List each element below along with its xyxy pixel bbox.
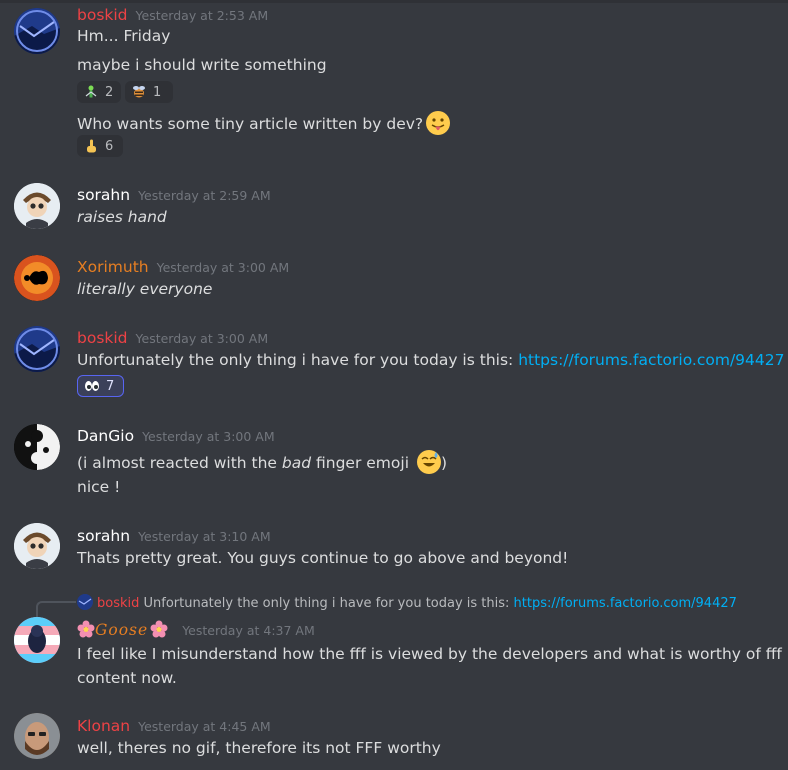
message-text: Thats pretty great. You guys continue to…: [77, 549, 569, 567]
reaction-button[interactable]: 1: [125, 81, 173, 103]
timestamp: Yesterday at 4:45 AM: [138, 719, 271, 734]
timestamp: Yesterday at 3:00 AM: [156, 260, 290, 275]
reaction-button[interactable]: 7: [77, 375, 124, 397]
tongue-out-emoji-icon: [426, 111, 451, 135]
username[interactable]: Klonan: [77, 717, 130, 735]
avatar[interactable]: [14, 713, 60, 759]
eyes-icon: [84, 378, 100, 394]
avatar[interactable]: [14, 523, 60, 569]
message-text-part: Unfortunately the only thing i have for …: [77, 351, 519, 369]
username[interactable]: Xorimuth: [77, 258, 149, 276]
sweat-smile-emoji-icon: [416, 450, 441, 474]
message-text-part: ): [440, 454, 447, 472]
avatar[interactable]: [14, 617, 60, 663]
point-up-icon: [83, 138, 99, 154]
avatar[interactable]: [14, 326, 60, 372]
reaction-button[interactable]: 6: [77, 135, 123, 157]
timestamp: Yesterday at 3:00 AM: [135, 331, 269, 346]
message-text: content now.: [77, 669, 177, 687]
message-text-part: (i almost reacted with the: [77, 454, 282, 472]
timestamp: Yesterday at 4:37 AM: [182, 623, 315, 638]
message-text: Hm... Friday: [77, 27, 171, 45]
reply-connector: [36, 601, 76, 617]
reaction-count: 6: [105, 138, 114, 154]
reply-preview[interactable]: boskid Unfortunately the only thing i ha…: [77, 594, 737, 611]
username[interactable]: Goose: [95, 621, 148, 639]
message-text: maybe i should write something: [77, 56, 327, 74]
message-text: well, theres no gif, therefore its not F…: [77, 739, 441, 757]
reaction-count: 1: [153, 84, 162, 100]
avatar[interactable]: [14, 8, 60, 54]
avatar[interactable]: [14, 424, 60, 470]
timestamp: Yesterday at 3:00 AM: [142, 429, 275, 444]
timestamp: Yesterday at 2:59 AM: [138, 188, 271, 203]
reaction-button[interactable]: 2: [77, 81, 121, 103]
message-text: Who wants some tiny article written by d…: [77, 111, 451, 135]
avatar[interactable]: [14, 183, 60, 229]
timestamp: Yesterday at 2:53 AM: [135, 8, 269, 23]
reply-avatar: [77, 594, 93, 610]
timestamp: Yesterday at 3:10 AM: [138, 529, 271, 544]
message-text: I feel like I misunderstand how the fff …: [77, 645, 782, 663]
person-icon: [83, 84, 99, 100]
message-text-part: finger emoji: [311, 454, 414, 472]
reaction-count: 7: [106, 378, 115, 394]
message-text: Unfortunately the only thing i have for …: [77, 351, 784, 369]
bee-icon: [131, 84, 147, 100]
message-text: raises hand: [77, 208, 167, 226]
username[interactable]: boskid: [77, 329, 128, 347]
avatar[interactable]: [14, 255, 60, 301]
top-divider: [0, 0, 788, 3]
reply-text: Unfortunately the only thing i have for …: [143, 596, 514, 611]
username[interactable]: boskid: [77, 6, 128, 24]
username[interactable]: DanGio: [77, 427, 134, 445]
reply-link[interactable]: https://forums.factorio.com/94427: [514, 596, 737, 611]
forum-link[interactable]: https://forums.factorio.com/94427: [518, 351, 784, 369]
reaction-count: 2: [105, 84, 114, 100]
message-text: (i almost reacted with the bad finger em…: [77, 450, 447, 474]
message-text-part: Who wants some tiny article written by d…: [77, 115, 424, 133]
message-text: nice !: [77, 478, 121, 496]
username[interactable]: sorahn: [77, 186, 130, 204]
message-text-emphasis: bad: [281, 454, 312, 472]
flower-icon: [150, 620, 168, 638]
message-text: literally everyone: [77, 280, 213, 298]
username[interactable]: sorahn: [77, 527, 130, 545]
flower-icon: [77, 620, 95, 638]
reply-username[interactable]: boskid: [97, 596, 139, 611]
